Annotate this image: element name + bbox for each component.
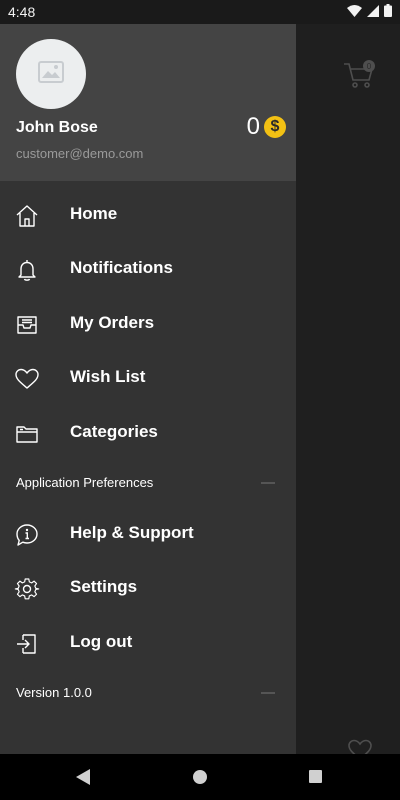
gear-icon: [14, 576, 42, 602]
menu-label: Settings: [70, 577, 138, 596]
image-placeholder-icon: [38, 60, 64, 88]
menu-item-notifications[interactable]: Notifications: [0, 243, 296, 297]
info-chat-icon: [14, 522, 42, 548]
menu-item-settings[interactable]: Settings: [0, 562, 296, 616]
bell-icon: [14, 257, 42, 283]
folder-icon: [14, 421, 42, 447]
menu-item-categories[interactable]: Categories: [0, 407, 296, 461]
cart-badge-count: 0: [367, 62, 372, 71]
status-icons: [347, 4, 392, 22]
cart-icon[interactable]: 0: [343, 60, 375, 95]
collapse-icon[interactable]: [261, 692, 275, 694]
logout-icon: [14, 631, 42, 657]
avatar[interactable]: [16, 39, 86, 109]
system-navigation-bar: [0, 754, 400, 800]
menu-label: Categories: [70, 422, 158, 441]
version-label: Version 1.0.0: [16, 685, 92, 700]
battery-icon: [384, 4, 392, 22]
home-icon: [14, 203, 42, 229]
menu-label: Help & Support: [70, 523, 194, 542]
inbox-tray-icon: [14, 312, 42, 338]
coin-icon: $: [264, 116, 286, 138]
application-preferences-header[interactable]: Application Preferences: [0, 471, 296, 495]
drawer-header: John Bose customer@demo.com 0 $: [0, 24, 296, 181]
menu-label: Home: [70, 204, 118, 223]
points-value: 0: [246, 113, 260, 140]
menu-item-log-out[interactable]: Log out: [0, 617, 296, 671]
user-email: customer@demo.com: [16, 146, 144, 161]
menu-item-wish-list[interactable]: Wish List: [0, 352, 296, 406]
points-balance: 0 $: [247, 113, 286, 141]
menu-item-my-orders[interactable]: My Orders: [0, 298, 296, 352]
heart-icon: [14, 366, 42, 392]
menu-label: Log out: [70, 632, 133, 651]
version-row: Version 1.0.0: [0, 681, 296, 705]
menu-label: Wish List: [70, 367, 146, 386]
wifi-icon: [347, 4, 362, 22]
collapse-icon[interactable]: [261, 482, 275, 484]
back-icon[interactable]: [76, 769, 90, 790]
status-time: 4:48: [8, 4, 36, 20]
user-name: John Bose: [16, 119, 98, 136]
recent-apps-icon[interactable]: [309, 770, 322, 783]
home-button-icon[interactable]: [193, 770, 207, 784]
section-label: Application Preferences: [16, 475, 154, 490]
signal-icon: [367, 4, 379, 22]
menu-item-home[interactable]: Home: [0, 189, 296, 243]
menu-item-help-support[interactable]: Help & Support: [0, 508, 296, 562]
status-bar: 4:48: [0, 0, 400, 24]
navigation-drawer: John Bose customer@demo.com 0 $ Home Not…: [0, 24, 296, 754]
menu-label: My Orders: [70, 313, 155, 332]
menu-label: Notifications: [70, 258, 173, 277]
